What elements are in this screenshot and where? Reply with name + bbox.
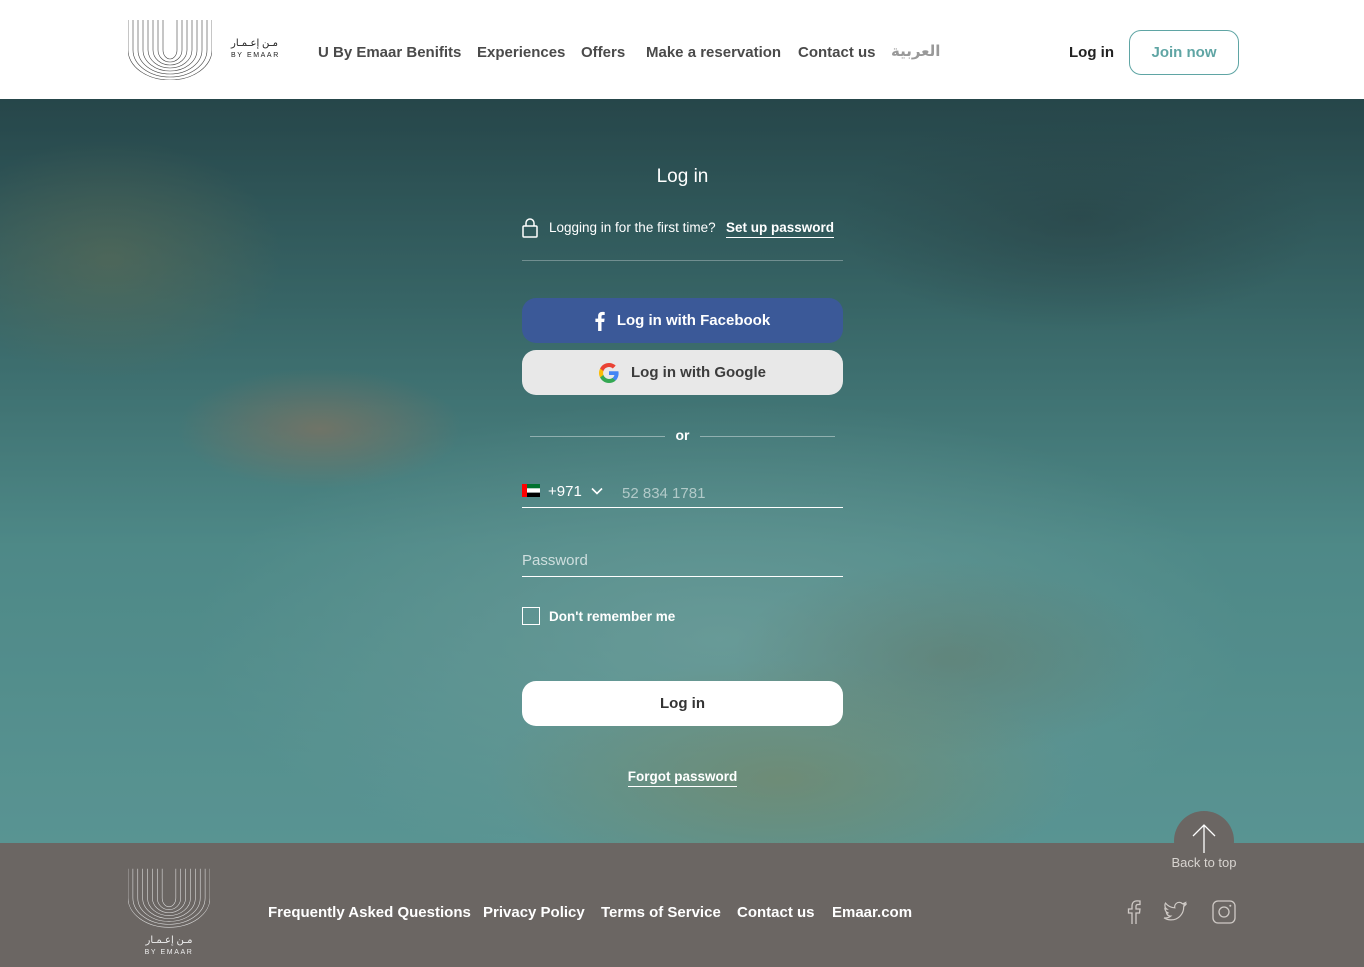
nav-experiences[interactable]: Experiences: [477, 44, 565, 61]
instagram-icon[interactable]: [1211, 899, 1237, 925]
phone-input[interactable]: [622, 479, 843, 507]
country-code-selector[interactable]: +971: [548, 483, 582, 500]
or-text: or: [675, 427, 690, 443]
nav-language-arabic[interactable]: العربية: [891, 42, 940, 60]
footer-logo-english: BY EMAAR: [144, 949, 194, 956]
header-login-link[interactable]: Log in: [1069, 44, 1114, 61]
nav-reservation[interactable]: Make a reservation: [646, 44, 781, 61]
first-time-text: Logging in for the first time?: [549, 220, 716, 235]
nav-offers[interactable]: Offers: [581, 44, 625, 61]
join-now-button[interactable]: Join now: [1129, 30, 1239, 75]
site-header: مـن إعـمـار BY EMAAR U By Emaar Benifits…: [0, 0, 1364, 99]
footer-link-privacy[interactable]: Privacy Policy: [483, 904, 585, 921]
twitter-icon[interactable]: [1162, 899, 1188, 925]
uae-flag-icon: [522, 484, 540, 497]
footer-logo-arabic: مـن إعـمـار: [145, 935, 193, 946]
facebook-icon[interactable]: [1121, 899, 1147, 925]
or-separator: or: [530, 427, 835, 447]
facebook-login-label: Log in with Facebook: [616, 312, 771, 329]
login-title: Log in: [656, 166, 709, 187]
footer-link-terms[interactable]: Terms of Service: [601, 904, 721, 921]
divider: [522, 260, 843, 261]
google-login-label: Log in with Google: [631, 364, 766, 381]
nav-contact[interactable]: Contact us: [798, 44, 876, 61]
password-input[interactable]: [522, 545, 843, 577]
lock-icon: [522, 218, 538, 238]
logo-wordmark: مـن إعـمـار BY EMAAR: [231, 38, 281, 59]
back-to-top-label[interactable]: Back to top: [1166, 855, 1242, 870]
logo-arabic-text: مـن إعـمـار: [231, 38, 278, 49]
logo-english-text: BY EMAAR: [231, 52, 280, 59]
remember-label: Don't remember me: [549, 609, 676, 624]
site-footer: مـن إعـمـار BY EMAAR Frequently Asked Qu…: [0, 811, 1364, 967]
chevron-down-icon[interactable]: [591, 485, 603, 497]
facebook-icon: [595, 311, 605, 331]
setup-password-link[interactable]: Set up password: [726, 220, 835, 238]
u-logo-mark-icon: [128, 20, 212, 80]
forgot-password-link[interactable]: Forgot password: [627, 769, 738, 787]
u-by-emaar-logo[interactable]: مـن إعـمـار BY EMAAR: [128, 20, 278, 82]
google-login-button[interactable]: Log in with Google: [522, 350, 843, 395]
login-form: Log in Logging in for the first time? Se…: [522, 99, 843, 843]
or-line-right: [700, 436, 835, 437]
footer-link-faq[interactable]: Frequently Asked Questions: [268, 904, 471, 921]
forgot-password-row: Forgot password: [522, 768, 843, 787]
first-time-row: Logging in for the first time? Set up pa…: [522, 217, 843, 241]
hero-background: Log in Logging in for the first time? Se…: [0, 99, 1364, 843]
footer-link-emaar[interactable]: Emaar.com: [832, 904, 912, 921]
google-icon: [599, 362, 619, 383]
phone-field: +971: [522, 479, 843, 508]
login-submit-button[interactable]: Log in: [522, 681, 843, 726]
remember-checkbox[interactable]: [522, 607, 540, 625]
footer-logo[interactable]: مـن إعـمـار BY EMAAR: [127, 868, 211, 960]
nav-benefits[interactable]: U By Emaar Benifits: [318, 44, 461, 61]
footer-u-logo-mark-icon: [127, 868, 211, 928]
footer-link-contact[interactable]: Contact us: [737, 904, 815, 921]
facebook-login-button[interactable]: Log in with Facebook: [522, 298, 843, 343]
